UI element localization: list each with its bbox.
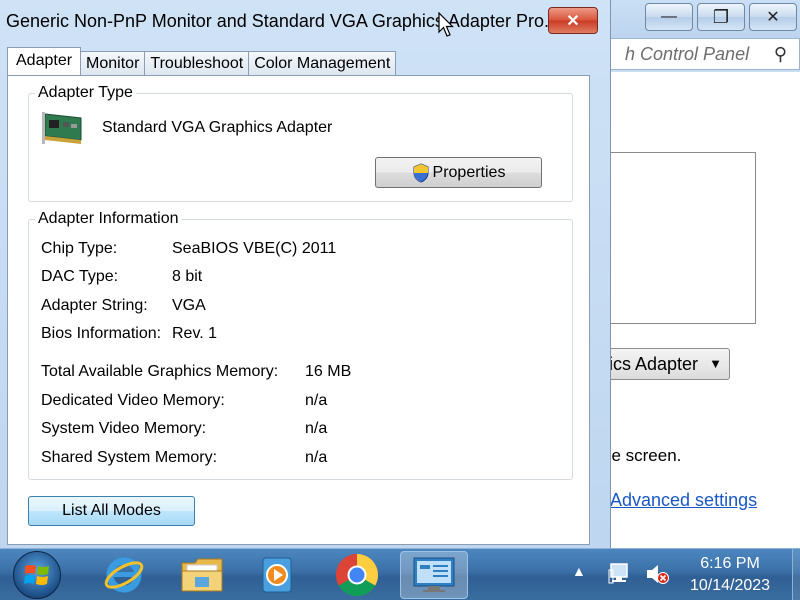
display-settings-taskbar-button[interactable] [400,551,468,599]
display-dropdown-value: ics Adapter [609,354,699,374]
search-box[interactable]: h Control Panel ⚲ [598,38,800,70]
adapter-string-label: Adapter String: [41,297,148,314]
system-memory-label: System Video Memory: [41,420,207,437]
display-settings-icon [413,557,455,592]
clock-time: 6:16 PM [700,555,760,572]
mouse-cursor-icon [438,12,454,37]
tab-monitor[interactable]: Monitor [80,51,146,75]
advanced-settings-link[interactable]: Advanced settings [610,490,757,511]
tab-adapter[interactable]: Adapter [7,47,82,75]
adapter-tab-panel: Adapter Type Standard VGA Graphics Adapt… [7,75,590,545]
chrome-icon [335,554,379,597]
screen-text: he screen. [602,446,682,465]
dedicated-memory-value: n/a [305,392,328,409]
dialog-title: Generic Non-PnP Monitor and Standard VGA… [6,11,559,31]
file-explorer-taskbar-button[interactable] [172,551,232,599]
chrome-taskbar-button[interactable] [327,551,387,599]
chip-type-value: SeaBIOS VBE(C) 2011 [172,240,337,257]
tab-troubleshoot[interactable]: Troubleshoot [144,51,250,75]
properties-button[interactable]: Properties [375,157,542,188]
folder-icon [181,558,223,592]
dedicated-memory-label: Dedicated Video Memory: [41,392,225,409]
close-button[interactable]: ✕ [548,7,598,34]
bios-info-label: Bios Information: [41,325,162,342]
volume-muted-icon[interactable] [644,561,670,587]
chevron-down-icon: ▼ [709,356,722,371]
graphics-card-icon [42,112,82,144]
search-icon[interactable]: ⚲ [774,44,787,65]
adapter-info-label: Adapter Information [35,210,182,228]
adapter-info-group: Adapter Information Chip Type: SeaBIOS V… [28,210,573,480]
adapter-type-label: Adapter Type [35,84,136,102]
bg-close-button[interactable]: ✕ [749,3,797,31]
total-memory-label: Total Available Graphics Memory: [41,363,279,380]
list-all-modes-label: List All Modes [62,502,161,519]
properties-label: Properties [432,163,506,181]
adapter-name: Standard VGA Graphics Adapter [102,119,333,136]
internet-explorer-icon [104,557,144,593]
show-desktop-button[interactable] [792,549,800,600]
media-player-icon [262,557,292,593]
total-memory-value: 16 MB [305,363,352,380]
minimize-icon: — [661,8,677,25]
display-dropdown[interactable]: ics Adapter ▼ [606,348,730,380]
list-all-modes-button[interactable]: List All Modes [28,496,195,526]
uac-shield-icon [413,162,429,183]
show-hidden-icons-button[interactable]: ▲ [572,563,586,579]
search-placeholder: h Control Panel [625,43,750,64]
dac-type-label: DAC Type: [41,268,119,285]
system-clock[interactable]: 6:16 PM 10/14/2023 [680,553,780,597]
taskbar: ▲ 6:16 PM 10/14/2023 [0,548,800,600]
minimize-button[interactable]: — [645,3,693,31]
shared-memory-label: Shared System Memory: [41,449,218,466]
clock-date: 10/14/2023 [689,577,771,594]
title-bar[interactable]: Generic Non-PnP Monitor and Standard VGA… [0,0,611,44]
dac-type-value: 8 bit [172,268,203,285]
restore-icon: ❐ [712,6,730,27]
control-panel-content: ics Adapter ▼ he screen. Advanced settin… [602,72,800,548]
monitor-preview [606,152,756,324]
media-player-taskbar-button[interactable] [247,551,307,599]
network-icon[interactable] [608,561,632,587]
start-button[interactable] [13,551,61,599]
adapter-properties-dialog: Generic Non-PnP Monitor and Standard VGA… [0,0,611,548]
internet-explorer-taskbar-button[interactable] [94,551,154,599]
chip-type-label: Chip Type: [41,240,118,257]
close-icon: ✕ [566,12,580,30]
tab-strip: Adapter Monitor Troubleshoot Color Manag… [7,47,397,75]
system-memory-value: n/a [305,420,328,437]
shared-memory-value: n/a [305,449,328,466]
control-panel-window: — ❐ ✕ h Control Panel ⚲ ics Adapter ▼ he… [598,0,800,548]
bios-info-value: Rev. 1 [172,325,218,342]
windows-logo-icon [24,565,49,585]
adapter-string-value: VGA [172,297,206,314]
maximize-button[interactable]: ❐ [697,3,745,31]
adapter-type-group: Adapter Type Standard VGA Graphics Adapt… [28,84,573,202]
tab-color-management[interactable]: Color Management [248,51,397,75]
close-icon: ✕ [766,9,780,26]
